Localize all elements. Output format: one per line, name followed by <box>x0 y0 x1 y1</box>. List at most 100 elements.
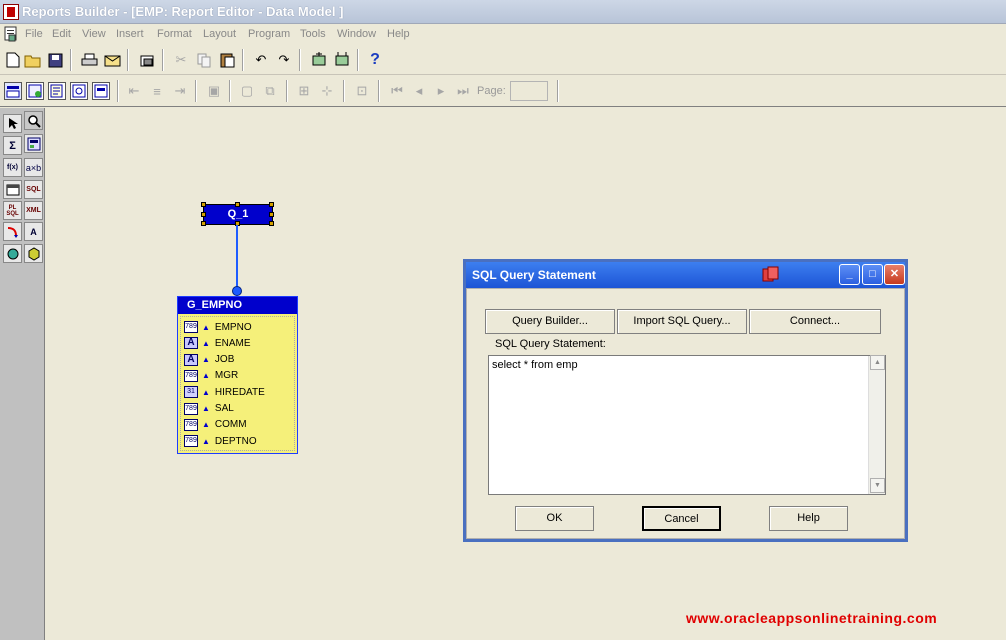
previous-page-icon[interactable]: ◂ <box>410 82 428 100</box>
compile-all-icon[interactable] <box>333 51 351 69</box>
first-page-icon[interactable]: ⏮ <box>388 82 406 100</box>
formula-column-icon[interactable]: f(x) <box>3 158 22 177</box>
connect-button[interactable]: Connect... <box>749 309 881 334</box>
selection-handle[interactable] <box>235 202 240 207</box>
menu-file[interactable]: File <box>25 28 43 40</box>
help-button[interactable]: Help <box>769 506 848 531</box>
query-group-link[interactable] <box>236 225 238 288</box>
align-bottom-icon[interactable]: ⇥ <box>171 82 189 100</box>
document-icon[interactable] <box>3 26 19 42</box>
summary-column-icon[interactable]: Σ <box>3 136 22 155</box>
menu-format[interactable]: Format <box>157 28 192 40</box>
page-number-input[interactable] <box>510 81 548 101</box>
paper-parameter-form-icon[interactable] <box>92 82 110 100</box>
query-builder-button[interactable]: Query Builder... <box>485 309 615 334</box>
open-folder-icon[interactable] <box>24 51 42 69</box>
cancel-button[interactable]: Cancel <box>642 506 721 531</box>
help-question-icon[interactable]: ? <box>366 51 384 69</box>
selection-handle[interactable] <box>201 202 206 207</box>
group-column-row[interactable]: 789 ▲ MGR <box>184 369 238 383</box>
bring-to-front-icon[interactable]: ▣ <box>205 82 223 100</box>
select-arrow-icon[interactable] <box>3 114 22 133</box>
jdbc-query-icon[interactable] <box>3 244 22 263</box>
sql-textarea-scrollbar[interactable]: ▲ ▼ <box>868 355 885 494</box>
print-icon[interactable] <box>80 51 98 69</box>
column-arrow-icon: ▲ <box>202 404 210 413</box>
maximize-button[interactable]: □ <box>862 264 883 285</box>
menu-tools[interactable]: Tools <box>300 28 326 40</box>
express-query-icon[interactable] <box>24 244 43 263</box>
column-arrow-icon: ▲ <box>202 371 210 381</box>
menu-help[interactable]: Help <box>387 28 410 40</box>
menu-program[interactable]: Program <box>248 28 290 40</box>
sql-query-icon[interactable]: SQL <box>24 180 43 199</box>
sql-statement-textarea[interactable]: select * from emp <box>488 355 886 495</box>
redo-icon[interactable]: ↷ <box>275 51 293 69</box>
magnify-icon[interactable] <box>24 111 43 130</box>
compile-icon[interactable] <box>310 51 328 69</box>
menu-window[interactable]: Window <box>337 28 376 40</box>
dialog-title-bar[interactable]: SQL Query Statement _ □ ✕ <box>466 262 905 288</box>
text-field-icon[interactable]: A <box>24 222 43 241</box>
field-frame-icon[interactable]: ⊡ <box>353 82 371 100</box>
cross-product-icon[interactable] <box>24 134 43 153</box>
paper-layout-view-icon[interactable] <box>48 82 66 100</box>
paste-icon[interactable] <box>218 51 236 69</box>
align-left-icon[interactable]: ⇤ <box>125 82 143 100</box>
menu-layout[interactable]: Layout <box>203 28 236 40</box>
align-center-icon[interactable]: ≡ <box>148 82 166 100</box>
dialog-title: SQL Query Statement <box>472 268 596 282</box>
next-page-icon[interactable]: ▸ <box>432 82 450 100</box>
placeholder-column-icon[interactable]: a×b <box>24 158 43 177</box>
ungroup-objects-icon[interactable]: ⧉ <box>261 82 279 100</box>
paper-design-view-icon[interactable] <box>70 82 88 100</box>
standard-toolbar: ✂ ↶ ↷ ? <box>0 46 1006 75</box>
scroll-down-arrow-icon[interactable]: ▼ <box>870 478 885 493</box>
selection-handle[interactable] <box>269 202 274 207</box>
scroll-up-arrow-icon[interactable]: ▲ <box>870 355 885 370</box>
run-report-icon[interactable] <box>138 51 156 69</box>
plsql-query-icon[interactable]: PL SQL <box>3 201 22 220</box>
web-source-view-icon[interactable] <box>26 82 44 100</box>
selection-handle[interactable] <box>201 221 206 226</box>
expand-frame-icon[interactable]: ⊹ <box>318 82 336 100</box>
group-column-row[interactable]: A ▲ JOB <box>184 353 234 367</box>
group-objects-icon[interactable]: ▢ <box>238 82 256 100</box>
group-column-row[interactable]: A ▲ ENAME <box>184 336 250 350</box>
group-column-row[interactable]: 789 ▲ EMPNO <box>184 320 252 334</box>
sql-query-dialog: SQL Query Statement _ □ ✕ Query Builder.… <box>463 259 908 542</box>
group-column-row[interactable]: 789 ▲ SAL <box>184 402 234 416</box>
data-model-view-icon[interactable] <box>4 82 22 100</box>
new-icon[interactable] <box>4 51 22 69</box>
group-object[interactable]: G_EMPNO 789 ▲ EMPNO A ▲ ENAME A ▲ JOB 789 ▲ MGR 31 ▲ H… <box>177 296 298 454</box>
menu-view[interactable]: View <box>82 28 106 40</box>
frame-icon[interactable]: ⊞ <box>295 82 313 100</box>
link-anchor-dot[interactable] <box>232 286 242 296</box>
data-link-icon[interactable] <box>3 222 22 241</box>
copy-icon[interactable] <box>195 51 213 69</box>
selection-handle[interactable] <box>201 212 206 217</box>
xml-query-icon[interactable]: XML <box>24 201 43 220</box>
view-toolbar: ⇤ ≡ ⇥ ▣ ▢ ⧉ ⊞ ⊹ ⊡ ⏮ ◂ ▸ ⏭ Page: <box>0 76 1006 107</box>
menu-insert[interactable]: Insert <box>116 28 144 40</box>
minimize-button[interactable]: _ <box>839 264 860 285</box>
import-sql-query-button[interactable]: Import SQL Query... <box>617 309 747 334</box>
group-column-row[interactable]: 789 ▲ DEPTNO <box>184 434 257 448</box>
cut-icon[interactable]: ✂ <box>172 51 190 69</box>
selection-handle[interactable] <box>269 212 274 217</box>
ok-button[interactable]: OK <box>515 506 594 531</box>
ref-cursor-query-icon[interactable] <box>3 180 22 199</box>
save-icon[interactable] <box>46 51 64 69</box>
close-button[interactable]: ✕ <box>884 264 905 285</box>
column-name: JOB <box>214 354 235 366</box>
query-object[interactable]: Q_1 <box>201 202 274 226</box>
reports-builder-app-icon[interactable] <box>3 4 19 20</box>
undo-icon[interactable]: ↶ <box>252 51 270 69</box>
last-page-icon[interactable]: ⏭ <box>454 82 472 100</box>
mail-icon[interactable] <box>103 51 121 69</box>
group-column-row[interactable]: 789 ▲ COMM <box>184 418 247 432</box>
selection-handle[interactable] <box>269 221 274 226</box>
column-arrow-icon: ▲ <box>202 338 210 348</box>
menu-edit[interactable]: Edit <box>52 28 71 40</box>
group-column-row[interactable]: 31 ▲ HIREDATE <box>184 385 265 399</box>
